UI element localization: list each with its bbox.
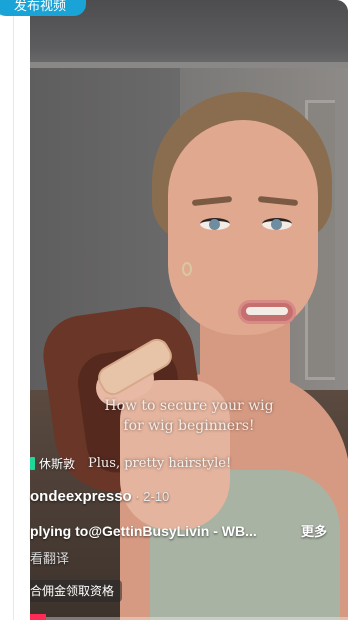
commission-badge[interactable]: 合佣金领取资格 <box>30 580 123 602</box>
reply-text[interactable]: plying to@GettinBusyLivin - WB... <box>30 523 257 539</box>
location-tag[interactable]: 休斯敦 <box>30 455 75 471</box>
subject-iris-right <box>271 219 282 230</box>
page-left-margin <box>0 0 14 620</box>
video-caption: How to secure your wig for wig beginners… <box>30 396 348 436</box>
publish-video-button[interactable]: 发布视频 <box>0 0 86 16</box>
translate-link[interactable]: 看翻译 <box>30 548 69 567</box>
earring-icon <box>182 262 192 276</box>
post-date: · 2-10 <box>131 489 170 504</box>
subject-iris-left <box>209 219 220 230</box>
playback-progress[interactable] <box>30 614 46 620</box>
more-button[interactable]: 更多 <box>301 521 327 540</box>
author-line[interactable]: ondeexpresso · 2-10 <box>30 488 169 505</box>
location-pin-icon <box>30 456 35 470</box>
location-label: 休斯敦 <box>39 456 76 471</box>
subject-teeth <box>246 307 288 315</box>
author-name[interactable]: ondeexpresso <box>30 488 132 505</box>
left-divider <box>13 0 14 620</box>
caption-line-3: Plus, pretty hairstyle! <box>88 456 232 471</box>
caption-line-1: How to secure your wig <box>104 398 274 414</box>
caption-line-2: for wig beginners! <box>123 418 255 434</box>
reply-description: plying to@GettinBusyLivin - WB... 更多 <box>30 521 330 541</box>
